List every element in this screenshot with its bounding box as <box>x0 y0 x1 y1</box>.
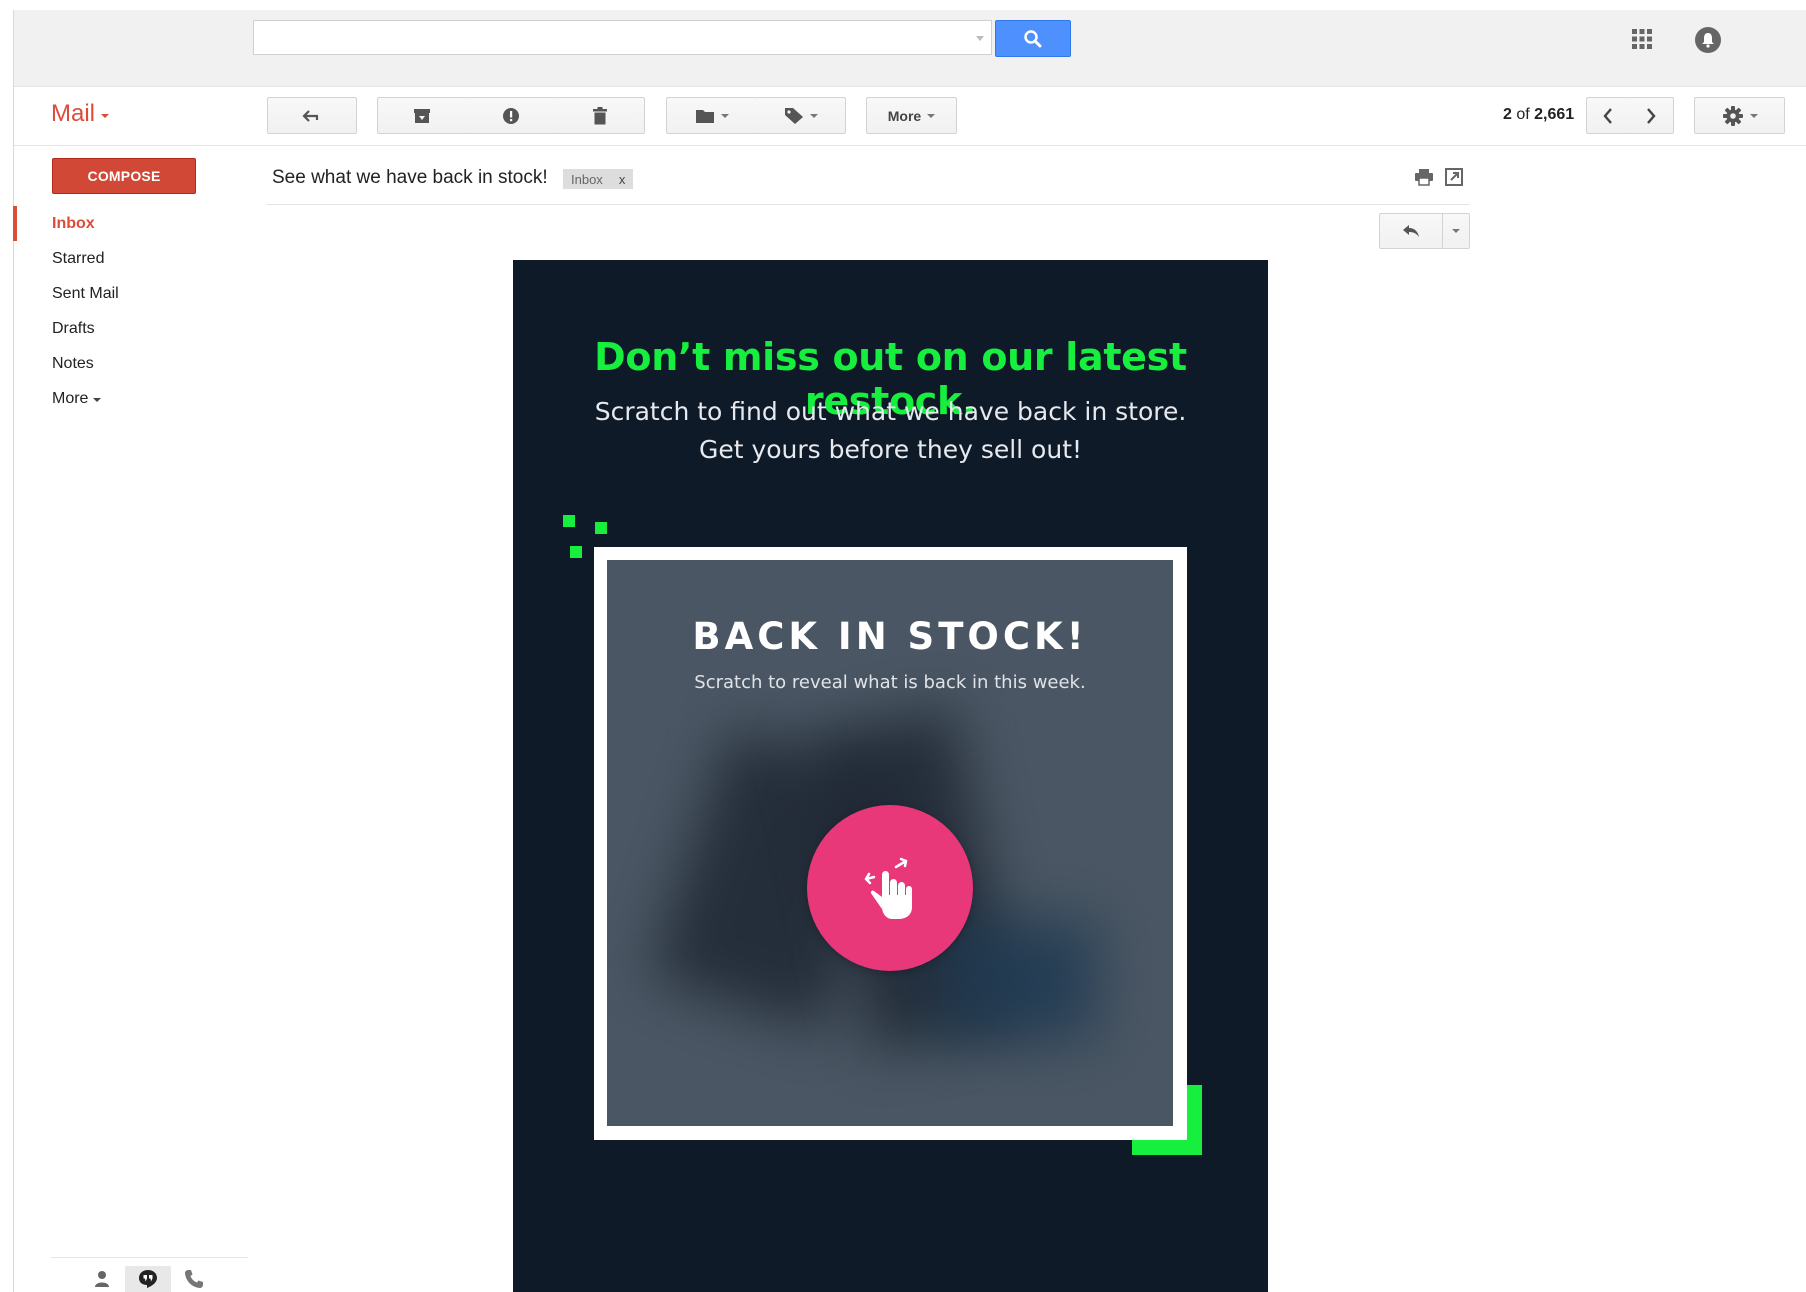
new-window-icon <box>1445 168 1463 186</box>
decorative-pixel <box>595 522 607 534</box>
inbox-label-chip[interactable]: Inbox x <box>563 169 634 189</box>
scratch-card-subtitle: Scratch to reveal what is back in this w… <box>694 672 1086 693</box>
report-spam-icon <box>502 107 519 124</box>
sidebar-item-label: Notes <box>52 354 94 372</box>
email-body: Don’t miss out on our latest restock. Sc… <box>513 260 1268 1292</box>
sidebar-item-label: Drafts <box>52 319 95 337</box>
subject-divider <box>266 204 1470 205</box>
more-actions-label: More <box>887 107 922 124</box>
back-to-inbox-button[interactable] <box>267 97 357 134</box>
archive-button[interactable] <box>377 97 467 134</box>
gear-icon <box>1722 105 1743 126</box>
decorative-pixel <box>563 515 575 527</box>
email-subline-1: Scratch to find out what we have back in… <box>594 397 1187 426</box>
archive-icon <box>414 108 430 123</box>
chevron-down-icon <box>809 113 818 118</box>
remove-label-button[interactable]: x <box>619 172 626 187</box>
sidebar-nav: Inbox Starred Sent Mail Drafts Notes Mor… <box>0 206 250 416</box>
person-icon <box>95 1271 109 1287</box>
back-arrow-icon <box>302 109 319 122</box>
sidebar-item-starred[interactable]: Starred <box>0 241 250 276</box>
pager-of: of <box>1516 106 1530 123</box>
newer-button[interactable] <box>1586 97 1630 134</box>
decorative-pixel <box>570 546 582 558</box>
left-border <box>13 10 14 1292</box>
mail-label: Mail <box>51 100 96 127</box>
sidebar-item-notes[interactable]: Notes <box>0 346 250 381</box>
search-button[interactable] <box>995 20 1071 57</box>
open-in-new-window-button[interactable] <box>1445 168 1463 191</box>
phone-icon <box>185 1270 203 1288</box>
chevron-down-icon <box>720 113 729 118</box>
move-to-button[interactable] <box>666 97 757 134</box>
reply-button[interactable] <box>1379 213 1443 249</box>
sidebar-item-sent-mail[interactable]: Sent Mail <box>0 276 250 311</box>
search-icon <box>1024 29 1042 47</box>
labels-button[interactable] <box>756 97 846 134</box>
chevron-down-icon <box>1452 229 1460 233</box>
sidebar-bottom-divider <box>51 1257 248 1258</box>
chevron-down-icon <box>927 113 936 118</box>
sidebar-item-label: Starred <box>52 249 105 267</box>
toolbar-divider <box>14 145 1806 146</box>
delete-button[interactable] <box>555 97 645 134</box>
reply-icon <box>1403 225 1419 237</box>
folder-icon <box>695 109 714 123</box>
search-options-caret-icon[interactable] <box>976 36 984 41</box>
chevron-down-icon <box>101 114 110 118</box>
pager-count: 2 of 2,661 <box>1503 106 1574 124</box>
scratch-button[interactable] <box>807 805 973 971</box>
notifications-bell-icon[interactable] <box>1695 27 1721 53</box>
more-actions-button[interactable]: More <box>866 97 957 134</box>
contacts-button[interactable] <box>79 1266 125 1292</box>
blurred-product-image <box>937 920 1097 1040</box>
compose-button[interactable]: COMPOSE <box>52 158 196 194</box>
pager-total: 2,661 <box>1534 106 1575 123</box>
pager-current: 2 <box>1503 106 1512 123</box>
scratch-card-title: BACK IN STOCK! <box>692 615 1088 658</box>
print-all-button[interactable] <box>1414 168 1434 191</box>
scratch-card[interactable]: BACK IN STOCK! Scratch to reveal what is… <box>607 560 1173 1126</box>
search-input[interactable] <box>253 20 992 55</box>
older-button[interactable] <box>1629 97 1674 134</box>
hangouts-icon <box>139 1270 157 1288</box>
chevron-down-icon <box>1749 113 1758 118</box>
chevron-left-icon <box>1603 107 1612 124</box>
message-subject: See what we have back in stock! <box>272 167 548 188</box>
reply-more-options-button[interactable] <box>1442 213 1470 249</box>
sidebar-item-inbox[interactable]: Inbox <box>0 206 250 241</box>
scratch-hand-icon <box>864 857 912 919</box>
chevron-right-icon <box>1647 107 1656 124</box>
chevron-down-icon <box>93 397 102 402</box>
report-spam-button[interactable] <box>466 97 556 134</box>
sidebar-item-label: More <box>52 389 89 407</box>
tag-icon <box>784 107 803 124</box>
hangouts-button[interactable] <box>125 1266 171 1292</box>
label-chip-text: Inbox <box>571 171 603 187</box>
trash-icon <box>592 106 607 124</box>
print-icon <box>1415 169 1433 186</box>
mail-menu[interactable]: Mail <box>51 100 110 128</box>
settings-button[interactable] <box>1694 97 1785 134</box>
email-subline-2: Get yours before they sell out! <box>698 435 1083 464</box>
sidebar-item-drafts[interactable]: Drafts <box>0 311 250 346</box>
sidebar-item-label: Sent Mail <box>52 284 119 302</box>
sidebar-item-label: Inbox <box>52 214 95 232</box>
sidebar-item-more[interactable]: More <box>0 381 250 416</box>
apps-grid-icon[interactable] <box>1630 27 1654 51</box>
phone-button[interactable] <box>171 1266 217 1292</box>
